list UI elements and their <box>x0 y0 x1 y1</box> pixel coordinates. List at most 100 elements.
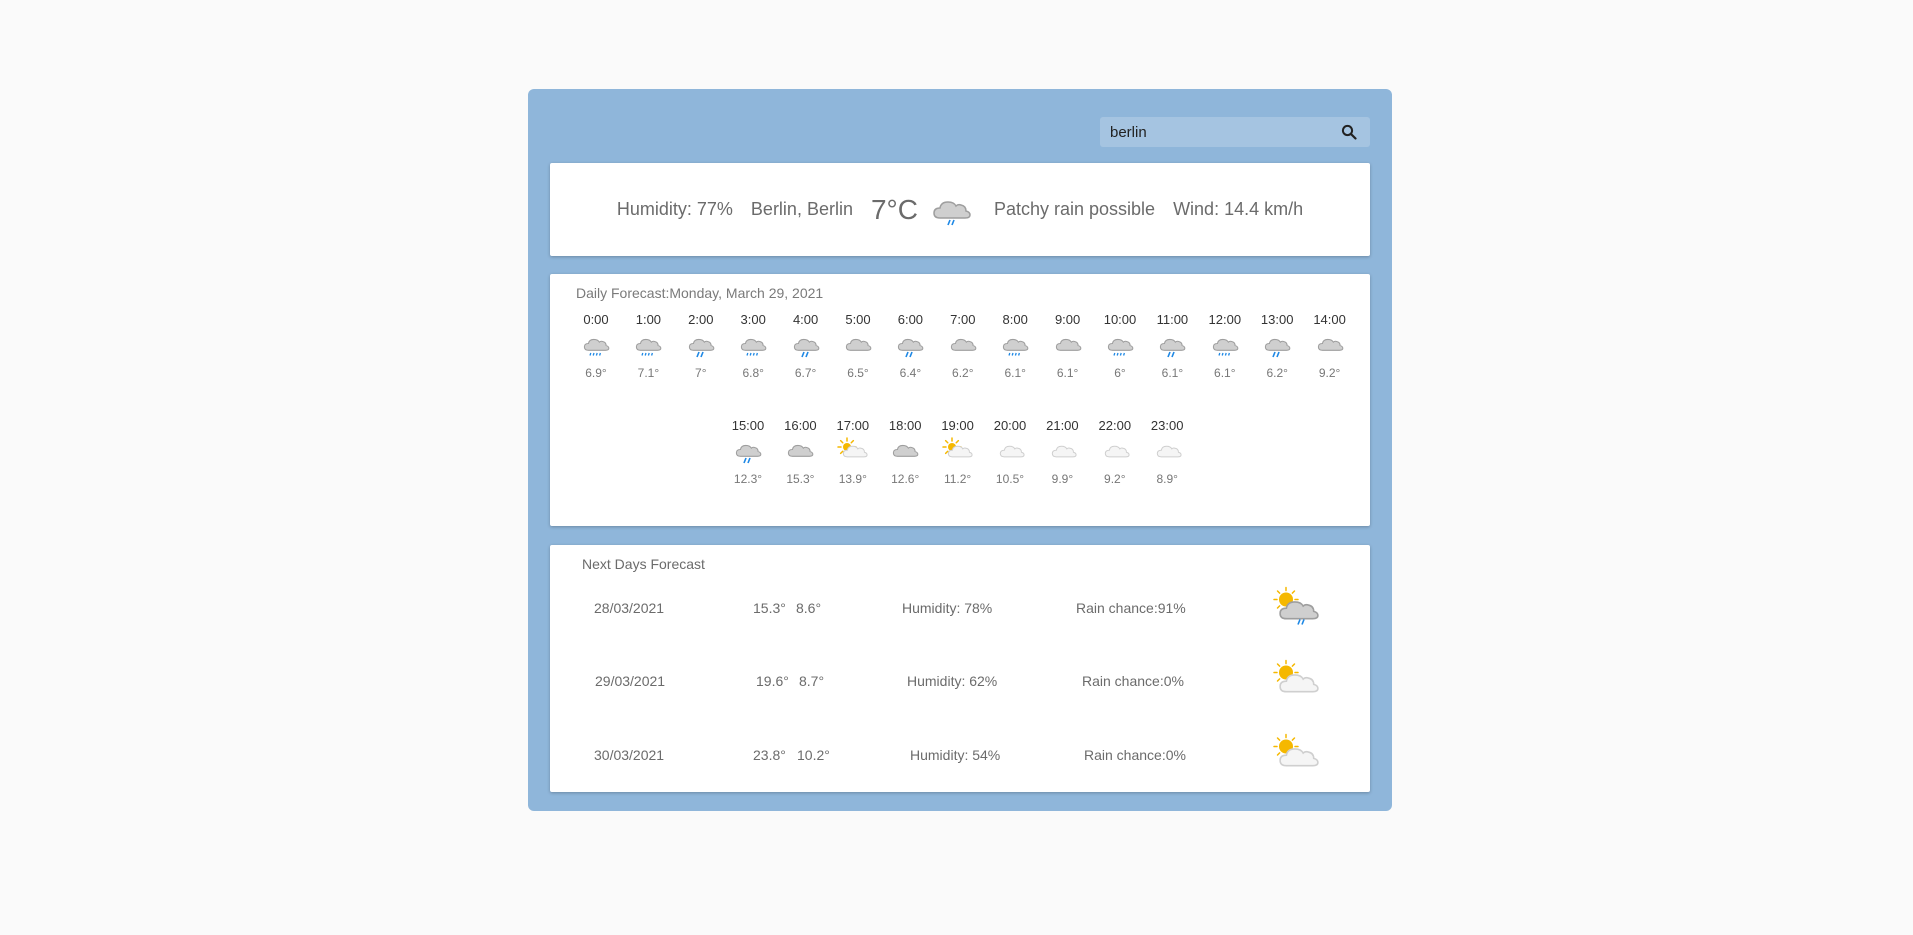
hourly-forecast-item: 14:00 9.2° <box>1304 312 1356 380</box>
cloud-icon <box>1304 328 1356 362</box>
hour-label: 17:00 <box>836 418 870 433</box>
night-rain-icon <box>926 184 978 235</box>
hour-temperature: 6.8° <box>742 366 764 380</box>
hourly-forecast-item: 23:00 8.9° <box>1141 418 1193 486</box>
hourly-forecast-item: 0:00 6.9° <box>570 312 622 380</box>
hour-label: 19:00 <box>941 418 974 433</box>
current-location: Berlin, Berlin <box>750 199 853 219</box>
search-bar <box>1100 117 1370 147</box>
hour-temperature: 10.5° <box>995 472 1025 486</box>
hourly-forecast-item: 20:00 10.5° <box>984 418 1036 486</box>
hour-label: 5:00 <box>845 312 871 327</box>
hourly-forecast-item: 2:00 7° <box>675 312 727 380</box>
hour-temperature: 7° <box>695 366 707 380</box>
hour-temperature: 9.2° <box>1104 472 1126 486</box>
cloud-drizzle-icon <box>1199 328 1251 362</box>
next-days-forecast-card: Next Days Forecast 28/03/2021 15.3° 8.6° Hu… <box>550 545 1370 792</box>
hour-temperature: 6.1° <box>1161 366 1184 380</box>
hour-temperature: 9.9° <box>1051 472 1074 486</box>
hour-label: 10:00 <box>1103 312 1137 327</box>
hour-label: 15:00 <box>731 418 765 433</box>
hourly-forecast-item: 7:00 6.2° <box>937 312 989 380</box>
row-date: 30/03/2021 <box>594 747 665 763</box>
hour-temperature: 6.5° <box>847 366 869 380</box>
hour-label: 6:00 <box>897 312 924 327</box>
sun-cloud-icon <box>932 434 984 468</box>
hour-temperature: 15.3° <box>786 472 815 486</box>
hour-label: 2:00 <box>688 312 714 327</box>
hour-temperature: 9.2° <box>1318 366 1341 380</box>
cloud-icon <box>1042 328 1094 362</box>
row-min-temp: 8.6° <box>796 600 822 616</box>
night-cloud-rain-icon <box>780 328 832 362</box>
hour-label: 4:00 <box>792 312 819 327</box>
row-max-temp: 15.3° <box>753 600 786 616</box>
row-max-temp: 19.6° <box>756 673 789 689</box>
cloud-drizzle-icon <box>1094 328 1146 362</box>
night-cloud-icon <box>1141 434 1193 468</box>
row-humidity: Humidity: 54% <box>910 747 1001 763</box>
hour-label: 9:00 <box>1054 312 1081 327</box>
hour-temperature: 13.9° <box>838 472 867 486</box>
row-rain-chance: Rain chance:0% <box>1082 673 1184 689</box>
hourly-forecast-item: 6:00 6.4° <box>884 312 936 380</box>
hour-label: 16:00 <box>784 418 817 433</box>
hour-temperature: 7.1° <box>637 366 660 380</box>
hour-temperature: 6.4° <box>899 366 922 380</box>
hour-temperature: 6.1° <box>1214 366 1236 380</box>
hour-temperature: 6° <box>1114 366 1126 380</box>
hour-label: 8:00 <box>1002 312 1028 327</box>
hour-temperature: 12.6° <box>891 472 920 486</box>
hour-temperature: 6.7° <box>794 366 817 380</box>
sun-cloud-rain-icon <box>1270 584 1322 633</box>
row-rain-chance: Rain chance:0% <box>1084 747 1186 763</box>
sun-cloud-icon <box>827 434 879 468</box>
cloud-drizzle-icon <box>570 328 622 362</box>
row-humidity: Humidity: 78% <box>902 600 993 616</box>
hourly-forecast-item: 4:00 6.7° <box>780 312 832 380</box>
sun-cloud-icon <box>1270 731 1322 780</box>
hour-temperature: 6.1° <box>1004 366 1026 380</box>
hourly-forecast-item: 3:00 6.8° <box>727 312 779 380</box>
hour-temperature: 11.2° <box>943 472 972 486</box>
hourly-forecast-item: 5:00 6.5° <box>832 312 884 380</box>
daily-forecast-card: Daily Forecast:Monday, March 29, 2021 0:… <box>550 274 1370 526</box>
row-date: 29/03/2021 <box>595 673 666 689</box>
next-day-row: 28/03/2021 15.3° 8.6° Humidity: 78% Rain cha… <box>550 580 1370 636</box>
cloud-icon <box>832 328 884 362</box>
night-cloud-rain-icon <box>675 328 727 362</box>
current-temperature: 7°C <box>870 193 918 225</box>
daily-forecast-title: Daily Forecast:Monday, March 29, 2021 <box>576 285 824 301</box>
hour-label: 20:00 <box>993 418 1027 433</box>
hour-label: 3:00 <box>740 312 766 327</box>
hour-label: 22:00 <box>1098 418 1132 433</box>
hour-label: 23:00 <box>1150 418 1184 433</box>
cloud-drizzle-icon <box>989 328 1041 362</box>
night-cloud-rain-icon <box>884 328 936 362</box>
row-humidity: Humidity: 62% <box>907 673 998 689</box>
search-input[interactable] <box>1110 123 1338 141</box>
row-date: 28/03/2021 <box>594 600 665 616</box>
hour-label: 7:00 <box>950 312 976 327</box>
hourly-forecast-item: 11:00 6.1° <box>1146 312 1198 380</box>
hour-label: 21:00 <box>1046 418 1079 433</box>
current-humidity: Humidity: 77% <box>616 199 733 219</box>
hourly-forecast-item: 22:00 9.2° <box>1089 418 1141 486</box>
current-wind: Wind: 14.4 km/h <box>1173 199 1304 219</box>
hour-label: 14:00 <box>1313 312 1346 327</box>
row-rain-chance: Rain chance:91% <box>1076 600 1186 616</box>
hour-label: 12:00 <box>1208 312 1242 327</box>
hour-temperature: 6.2° <box>952 366 974 380</box>
hourly-forecast-item: 15:00 12.3° <box>722 418 774 486</box>
hourly-forecast-item: 18:00 12.6° <box>879 418 931 486</box>
hour-temperature: 12.3° <box>733 472 763 486</box>
hour-temperature: 6.1° <box>1056 366 1079 380</box>
row-min-temp: 8.7° <box>799 673 825 689</box>
current-condition: Patchy rain possible <box>993 199 1156 219</box>
hour-label: 13:00 <box>1260 312 1294 327</box>
cloud-rain-icon <box>1251 328 1303 362</box>
next-days-title: Next Days Forecast <box>582 556 705 572</box>
search-icon[interactable] <box>1338 121 1360 143</box>
cloud-icon <box>937 328 989 362</box>
weather-app: Humidity: 77% Berlin, Berlin 7°C Patchy … <box>528 89 1392 811</box>
